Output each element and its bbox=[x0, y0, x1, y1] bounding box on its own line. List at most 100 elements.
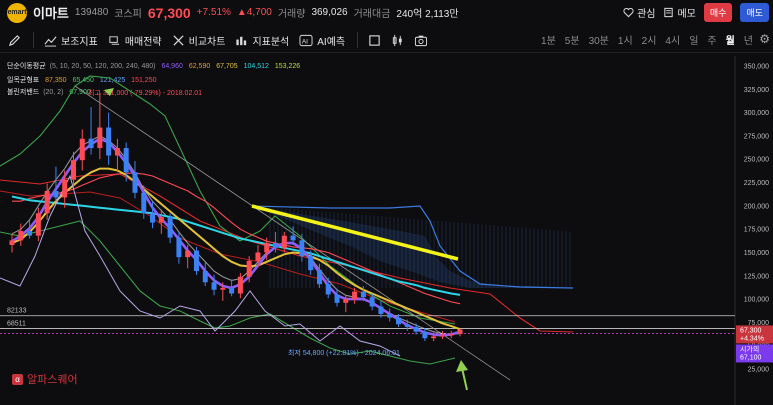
open-badge-label: 시가의 bbox=[740, 344, 759, 353]
candle-body bbox=[185, 250, 191, 258]
candle-body bbox=[114, 148, 120, 156]
y-tick-label: 125,000 bbox=[744, 273, 769, 280]
watermark-text: 알파스퀘어 bbox=[27, 374, 78, 386]
square-icon[interactable] bbox=[368, 34, 381, 47]
candle-type-icon[interactable] bbox=[391, 34, 404, 47]
open-badge-value: 67,100 bbox=[740, 354, 762, 361]
y-tick-label: 300,000 bbox=[744, 110, 769, 117]
period-7[interactable]: 주 bbox=[707, 32, 716, 47]
price-chart[interactable]: 350,000 325,000 300,000 275,000 250,000 225,0… bbox=[0, 56, 773, 405]
period-3[interactable]: 1시 bbox=[618, 32, 633, 47]
candle-body bbox=[70, 160, 76, 180]
candle-body bbox=[360, 291, 366, 298]
candle-body bbox=[316, 270, 322, 285]
candle-body bbox=[439, 335, 445, 337]
period-0[interactable]: 1분 bbox=[541, 32, 556, 47]
heart-icon bbox=[623, 8, 634, 18]
sell-button[interactable]: 매도 bbox=[740, 3, 769, 22]
candle-body bbox=[431, 336, 437, 339]
y-tick-label: 275,000 bbox=[744, 133, 769, 140]
candle-body bbox=[132, 172, 138, 193]
low-annotation: 최저 54,800 (+22.81%) - 2024.06.01 bbox=[288, 348, 400, 357]
y-tick-label: 100,000 bbox=[744, 297, 769, 304]
watermark: α 알파스퀘어 bbox=[12, 371, 78, 387]
candle-body bbox=[255, 252, 261, 261]
candle-body bbox=[387, 313, 393, 318]
memo-label: 메모 bbox=[677, 9, 696, 20]
strategy-button[interactable]: 매매전략 bbox=[108, 33, 162, 48]
stock-code: 139480 bbox=[74, 7, 109, 18]
strategy-icon bbox=[109, 35, 119, 45]
indicators-icon bbox=[44, 35, 57, 47]
period-8[interactable]: 월 bbox=[726, 32, 735, 47]
candle-body bbox=[18, 231, 24, 241]
candle-body bbox=[35, 213, 41, 236]
pointer-arrow-icon bbox=[104, 88, 114, 96]
period-selector: 1분 5분 30분 1시 2시 4시 일 주 월 년 bbox=[541, 32, 753, 47]
period-1[interactable]: 5분 bbox=[565, 32, 580, 47]
candle-body bbox=[369, 297, 375, 307]
period-4[interactable]: 2시 bbox=[642, 32, 657, 47]
candle-body bbox=[79, 138, 85, 161]
candle-body bbox=[343, 299, 349, 303]
candle-body bbox=[246, 260, 252, 277]
candle-body bbox=[220, 287, 226, 290]
alphasquare-logo-icon: α bbox=[12, 373, 23, 385]
indicators-label: 보조지표 bbox=[61, 36, 98, 48]
strategy-label: 매매전략 bbox=[124, 36, 162, 48]
analysis-label: 지표분석 bbox=[252, 36, 290, 48]
y-tick-label: 325,000 bbox=[744, 87, 769, 94]
candle-body bbox=[325, 284, 331, 295]
candle-body bbox=[413, 327, 419, 332]
toolbar-divider bbox=[357, 32, 359, 48]
candle-body bbox=[44, 190, 50, 214]
amount-value: 240억 2,113만 bbox=[396, 9, 459, 20]
y-tick-label: 25,000 bbox=[748, 367, 770, 374]
ai-label: AI예측 bbox=[317, 36, 346, 48]
analysis-button[interactable]: 지표분석 bbox=[235, 33, 289, 48]
candle-body bbox=[176, 237, 182, 258]
current-price: 67,300 bbox=[147, 4, 191, 21]
candle-body bbox=[273, 243, 279, 248]
candle-body bbox=[404, 324, 410, 328]
compare-label: 비교차트 bbox=[188, 36, 226, 48]
candle-body bbox=[378, 306, 384, 314]
compare-icon bbox=[173, 34, 184, 46]
memo-button[interactable]: 메모 bbox=[663, 5, 696, 20]
candle-body bbox=[202, 271, 208, 283]
compare-button[interactable]: 비교차트 bbox=[172, 33, 226, 48]
ai-predict-button[interactable]: AI AI예측 bbox=[299, 33, 345, 48]
y-tick-label: 350,000 bbox=[744, 64, 769, 71]
y-tick-label: 200,000 bbox=[744, 203, 769, 210]
period-5[interactable]: 4시 bbox=[665, 32, 680, 47]
candle-body bbox=[62, 179, 68, 198]
period-9[interactable]: 년 bbox=[744, 32, 753, 47]
candle-body bbox=[264, 243, 270, 253]
up-arrow-icon bbox=[456, 360, 468, 372]
camera-icon[interactable] bbox=[414, 34, 428, 47]
candle-body bbox=[352, 291, 358, 300]
candle-body bbox=[123, 148, 129, 173]
settings-gear-icon[interactable]: ⚙ bbox=[759, 32, 770, 46]
candle-body bbox=[396, 317, 402, 325]
period-2[interactable]: 30분 bbox=[589, 32, 609, 47]
stock-name[interactable]: 이마트 bbox=[33, 3, 69, 22]
indicators-button[interactable]: 보조지표 bbox=[44, 33, 98, 48]
period-6[interactable]: 일 bbox=[689, 32, 698, 47]
candle-body bbox=[9, 240, 15, 246]
pencil-icon[interactable] bbox=[8, 34, 21, 47]
market-label: 코스피 bbox=[114, 9, 142, 20]
candle-body bbox=[422, 331, 428, 339]
y-tick-label: 250,000 bbox=[744, 157, 769, 164]
stock-header: emart 이마트 139480 코스피 67,300 +7.51% ▲4,70… bbox=[0, 0, 773, 25]
candle-body bbox=[97, 127, 103, 149]
buy-button[interactable]: 매수 bbox=[703, 3, 733, 22]
candle-body bbox=[88, 138, 94, 149]
candle-body bbox=[193, 250, 199, 272]
amount-label: 거래대금 bbox=[353, 9, 391, 20]
candle-body bbox=[308, 256, 314, 271]
watch-button[interactable]: 관심 bbox=[623, 5, 655, 20]
volume-value: 369,026 bbox=[311, 7, 348, 18]
volume-label: 거래량 bbox=[277, 9, 306, 20]
price-badge-value: 67,300 bbox=[740, 327, 762, 334]
